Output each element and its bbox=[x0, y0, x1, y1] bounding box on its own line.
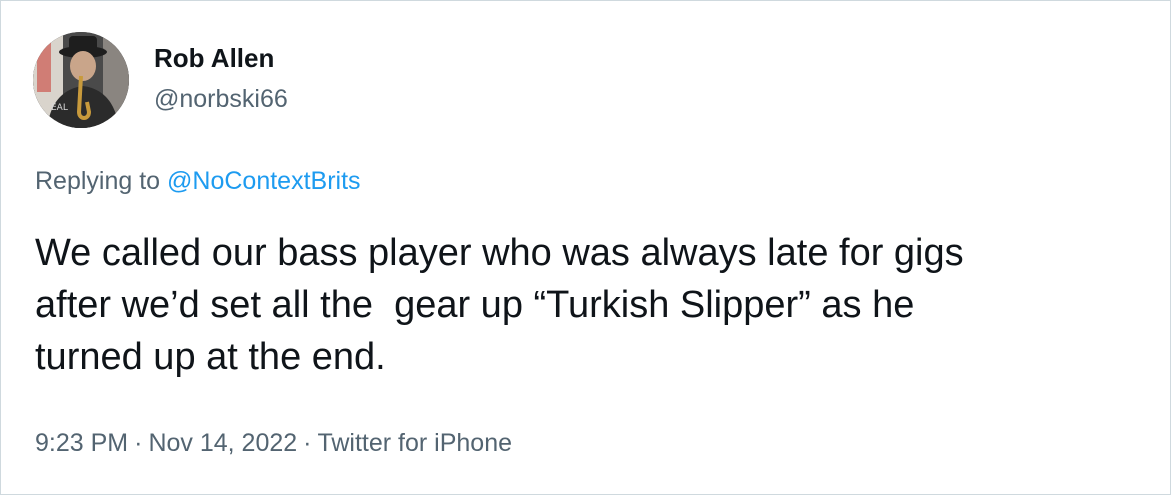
tweet-text-line: after we’d set all the gear up “Turkish … bbox=[35, 284, 915, 326]
avatar[interactable]: EAL bbox=[33, 32, 129, 128]
replying-to: Replying to @NoContextBrits bbox=[35, 165, 361, 197]
meta-separator: · bbox=[134, 429, 143, 457]
author-display-name[interactable]: Rob Allen bbox=[154, 42, 274, 74]
meta-separator: · bbox=[303, 429, 312, 457]
avatar-photo: EAL bbox=[33, 32, 129, 128]
avatar-shirt-text: EAL bbox=[51, 103, 68, 113]
tweet-text-line: turned up at the end. bbox=[35, 336, 386, 378]
tweet-text: We called our bass player who was always… bbox=[35, 227, 1155, 383]
replying-to-label: Replying to bbox=[35, 167, 161, 195]
tweet-card: EAL Rob Allen @norbski66 Replying to @No… bbox=[0, 0, 1171, 495]
tweet-source[interactable]: Twitter for iPhone bbox=[317, 429, 512, 457]
tweet-time[interactable]: 9:23 PM bbox=[35, 429, 128, 457]
author-handle[interactable]: @norbski66 bbox=[154, 83, 288, 115]
tweet-text-line: We called our bass player who was always… bbox=[35, 232, 964, 274]
tweet-date[interactable]: Nov 14, 2022 bbox=[148, 429, 297, 457]
reply-mention-link[interactable]: @NoContextBrits bbox=[167, 167, 361, 195]
tweet-meta: 9:23 PM · Nov 14, 2022 · Twitter for iPhone bbox=[35, 427, 512, 459]
